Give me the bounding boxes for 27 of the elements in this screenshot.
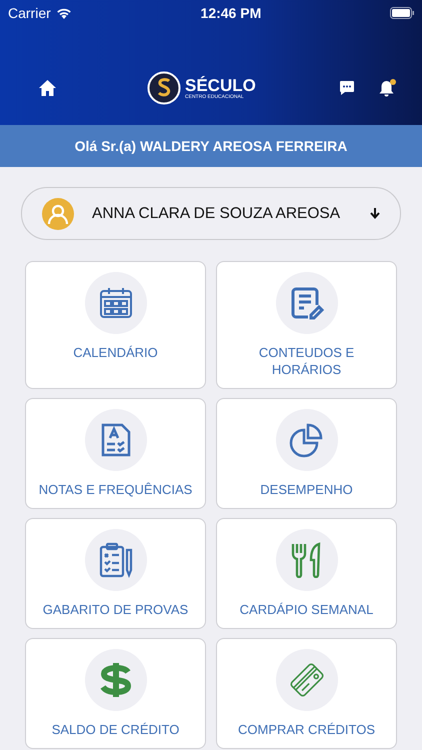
logo-title: SÉCULO (185, 76, 256, 94)
student-selector[interactable]: ANNA CLARA DE SOUZA AREOSA (21, 187, 401, 240)
home-icon[interactable] (39, 80, 56, 96)
calendar-icon (98, 285, 134, 321)
chat-icon[interactable] (339, 80, 355, 96)
menu-card[interactable]: GABARITO DE PROVAS (25, 518, 206, 629)
menu-card[interactable]: SALDO DE CRÉDITO (25, 638, 206, 749)
pie-chart-icon (288, 422, 324, 458)
wifi-icon (56, 7, 72, 19)
logo-icon (147, 71, 181, 105)
menu-card[interactable]: COMPRAR CRÉDITOS (216, 638, 397, 749)
checklist-icon (98, 542, 134, 578)
credit-card-icon (288, 662, 324, 698)
carrier-label: Carrier (8, 5, 51, 21)
menu-card[interactable]: DESEMPENHO (216, 398, 397, 509)
menu-card[interactable]: CARDÁPIO SEMANAL (216, 518, 397, 629)
menu-card[interactable]: NOTAS E FREQUÊNCIAS (25, 398, 206, 509)
bell-icon[interactable] (379, 80, 394, 96)
battery-icon (390, 7, 414, 19)
avatar-icon (42, 198, 74, 230)
clock-time: 12:46 PM (200, 5, 262, 21)
document-edit-icon (288, 285, 324, 321)
menu-card[interactable]: CALENDÁRIO (25, 261, 206, 389)
dollar-icon (98, 662, 132, 698)
greeting-bar: Olá Sr.(a) WALDERY AREOSA FERREIRA (0, 125, 422, 167)
arrow-down-icon (370, 208, 380, 219)
menu-card[interactable]: CONTEUDOS E HORÁRIOS (216, 261, 397, 389)
